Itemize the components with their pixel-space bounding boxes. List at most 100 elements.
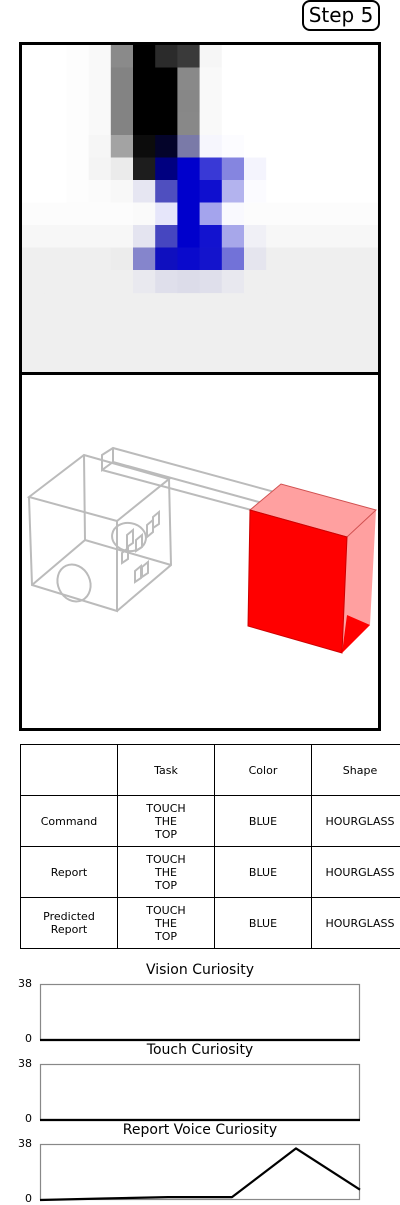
header-cell: Shape: [311, 744, 400, 796]
image-pixel: [66, 135, 90, 159]
scene-render: [26, 446, 377, 654]
image-pixel: [177, 202, 201, 226]
vision-ytick-max: 38: [18, 977, 32, 990]
vision-curiosity-plot: [39, 983, 361, 1042]
image-pixel: [133, 270, 156, 294]
image-pixel: [155, 67, 178, 91]
image-pixel: [155, 180, 178, 204]
image-pixel: [199, 135, 223, 159]
report-voice-curiosity-title: Report Voice Curiosity: [122, 1122, 278, 1138]
image-pixel: [22, 45, 45, 69]
image-pixel: [355, 45, 378, 69]
image-pixel: [155, 45, 178, 69]
image-pixel: [22, 157, 45, 181]
image-pixel: [44, 45, 67, 69]
color-cell: BLUE: [214, 795, 312, 847]
report-voice-ytick-max: 38: [18, 1137, 32, 1150]
image-pixel: [44, 225, 67, 249]
image-pixel: [355, 157, 378, 181]
image-pixel: [66, 225, 90, 249]
image-pixel: [288, 45, 312, 69]
image-pixel: [332, 90, 356, 114]
vision-curiosity-title: Vision Curiosity: [145, 962, 255, 978]
image-pixel: [199, 157, 223, 181]
image-pixel: [177, 135, 201, 159]
image-pixel: [22, 202, 45, 226]
image-pixel: [66, 67, 90, 91]
image-pixel: [66, 247, 90, 271]
target-block: [247, 483, 377, 654]
top-camera-view: [19, 42, 381, 375]
image-pixel: [332, 225, 356, 249]
row-label-cell: Report: [20, 846, 118, 898]
image-pixel: [88, 45, 112, 69]
image-pixel: [288, 112, 312, 136]
image-pixel: [266, 157, 289, 181]
image-pixel: [355, 90, 378, 114]
image-pixel: [332, 112, 356, 136]
header-cell: Task: [117, 744, 215, 796]
image-pixel: [22, 90, 45, 114]
image-pixel: [199, 45, 223, 69]
image-pixel: [66, 45, 90, 69]
image-pixel: [266, 225, 289, 249]
image-pixel: [155, 247, 178, 271]
image-pixel: [244, 135, 267, 159]
image-pixel: [266, 90, 289, 114]
header-cell: Color: [214, 744, 312, 796]
image-pixel: [266, 202, 289, 226]
image-pixel: [177, 90, 201, 114]
image-pixel: [310, 112, 334, 136]
image-pixel: [66, 270, 90, 294]
image-pixel: [332, 135, 356, 159]
image-pixel: [110, 157, 134, 181]
image-pixel: [199, 225, 223, 249]
image-pixel: [244, 202, 267, 226]
image-pixel: [310, 225, 334, 249]
image-pixel: [133, 247, 156, 271]
image-pixel: [310, 270, 334, 294]
image-pixel: [177, 45, 201, 69]
image-pixel: [266, 112, 289, 136]
image-pixel: [332, 180, 356, 204]
image-pixel: [133, 90, 156, 114]
task-cell: TOUCH THE TOP: [117, 897, 215, 949]
image-pixel: [44, 112, 67, 136]
image-pixel: [266, 247, 289, 271]
step-badge: Step 5: [302, 0, 380, 31]
shape-cell: HOURGLASS: [311, 846, 400, 898]
image-pixel: [221, 45, 245, 69]
image-pixel: [288, 135, 312, 159]
image-pixel: [199, 247, 223, 271]
image-pixel: [288, 247, 312, 271]
image-pixel: [44, 202, 67, 226]
image-pixel: [133, 135, 156, 159]
image-pixel: [332, 202, 356, 226]
image-pixel: [310, 45, 334, 69]
image-pixel: [22, 67, 45, 91]
image-pixel: [177, 112, 201, 136]
image-pixel: [355, 247, 378, 271]
image-pixel: [44, 157, 67, 181]
image-pixel: [199, 112, 223, 136]
image-pixel: [133, 157, 156, 181]
image-pixel: [221, 135, 245, 159]
image-pixel: [44, 247, 67, 271]
vision-ytick-min: 0: [25, 1032, 32, 1045]
image-pixel: [110, 90, 134, 114]
image-pixel: [88, 157, 112, 181]
image-pixel: [110, 135, 134, 159]
image-pixel: [355, 180, 378, 204]
image-pixel: [355, 225, 378, 249]
image-pixel: [155, 225, 178, 249]
touch-curiosity-title: Touch Curiosity: [146, 1042, 254, 1058]
image-pixel: [44, 180, 67, 204]
report-voice-ytick-min: 0: [25, 1192, 32, 1205]
robot-wireframe: [26, 446, 284, 613]
image-pixel: [355, 67, 378, 91]
report-table: Task Color Shape Command TOUCH THE TOP B…: [20, 744, 400, 949]
image-pixel: [221, 247, 245, 271]
image-pixel: [244, 225, 267, 249]
image-pixel: [110, 270, 134, 294]
image-pixel: [266, 45, 289, 69]
